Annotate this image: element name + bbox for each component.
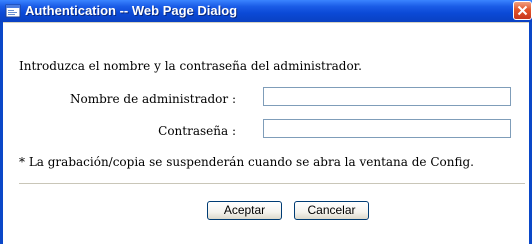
close-icon: [517, 5, 528, 16]
dialog-window: Authentication -- Web Page Dialog Introd…: [0, 0, 532, 244]
dialog-body: Introduzca el nombre y la contraseña del…: [3, 22, 529, 244]
divider: [19, 183, 525, 185]
instruction-text: Introduzca el nombre y la contraseña del…: [19, 59, 362, 73]
window-title: Authentication -- Web Page Dialog: [25, 3, 238, 18]
close-button[interactable]: [513, 1, 532, 20]
admin-name-label: Nombre de administrador :: [69, 92, 236, 106]
password-label: Contraseña :: [158, 124, 236, 138]
web-page-icon: [5, 3, 21, 19]
cancel-button[interactable]: Cancelar: [294, 201, 369, 220]
accept-button[interactable]: Aceptar: [207, 201, 282, 220]
dialog-client-area: Introduzca el nombre y la contraseña del…: [3, 22, 529, 244]
title-bar[interactable]: Authentication -- Web Page Dialog: [0, 0, 532, 22]
suspend-note: * La grabación/copia se suspenderán cuan…: [19, 155, 474, 169]
password-input[interactable]: [263, 119, 511, 138]
admin-name-input[interactable]: [263, 87, 511, 106]
